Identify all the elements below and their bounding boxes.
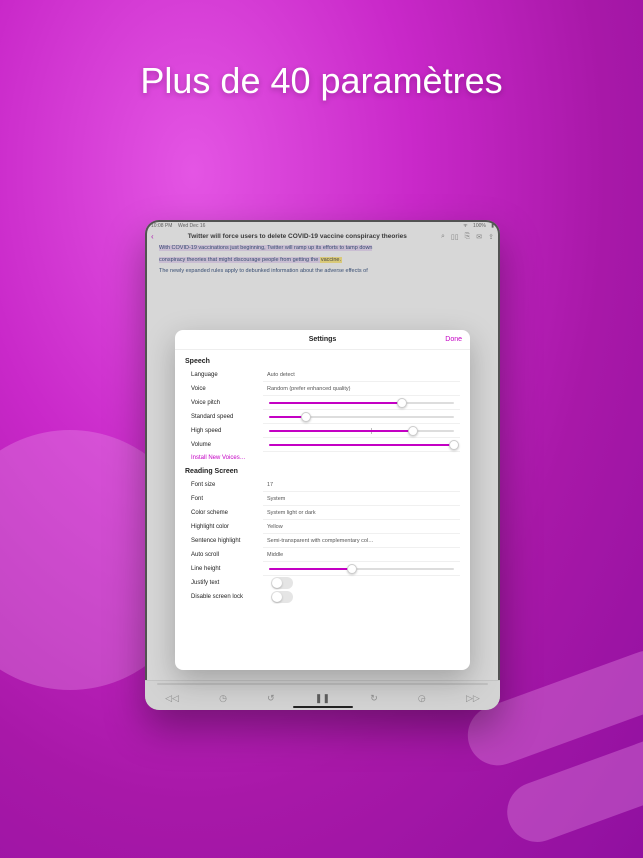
toggle-disable-screen-lock[interactable] (271, 591, 293, 603)
modal-body[interactable]: Speech Language Auto detect Voice Random… (175, 350, 470, 670)
label-voice: Voice (185, 386, 263, 392)
label-standard-speed: Standard speed (185, 414, 263, 420)
marketing-headline: Plus de 40 paramètres (0, 60, 643, 102)
label-language: Language (185, 372, 263, 378)
value-auto-scroll[interactable]: Middle (263, 548, 460, 562)
slider-high-speed[interactable] (263, 424, 460, 438)
value-voice[interactable]: Random (prefer enhanced quality) (263, 382, 460, 396)
value-sentence-highlight[interactable]: Semi-transparent with complementary col… (263, 534, 460, 548)
label-auto-scroll: Auto scroll (185, 552, 263, 558)
section-reading-title: Reading Screen (185, 468, 460, 475)
row-voice-pitch[interactable]: Voice pitch (185, 396, 460, 410)
label-voice-pitch: Voice pitch (185, 400, 263, 406)
modal-header: Settings Done (175, 330, 470, 350)
row-justify-text[interactable]: Justify text (185, 576, 460, 590)
label-disable-screen-lock: Disable screen lock (185, 594, 263, 600)
row-disable-screen-lock[interactable]: Disable screen lock (185, 590, 460, 604)
row-font[interactable]: Font System (185, 492, 460, 506)
label-line-height: Line height (185, 566, 263, 572)
row-high-speed[interactable]: High speed (185, 424, 460, 438)
home-indicator[interactable] (293, 706, 353, 708)
modal-title: Settings (309, 336, 337, 343)
label-color-scheme: Color scheme (185, 510, 263, 516)
value-highlight-color[interactable]: Yellow (263, 520, 460, 534)
label-justify-text: Justify text (185, 580, 263, 586)
ipad-frame: 10:08 PM Wed Dec 16 ᯤ 100% ▮ ‹ Twitter w… (145, 220, 500, 710)
slider-standard-speed[interactable] (263, 410, 460, 424)
row-volume[interactable]: Volume (185, 438, 460, 452)
row-sentence-highlight[interactable]: Sentence highlight Semi-transparent with… (185, 534, 460, 548)
done-button[interactable]: Done (445, 336, 462, 343)
bg-decor-bar-2 (499, 726, 643, 851)
value-font-size[interactable]: 17 (263, 478, 460, 492)
install-voices-link[interactable]: Install New Voices… (185, 452, 460, 464)
label-font: Font (185, 496, 263, 502)
label-high-speed: High speed (185, 428, 263, 434)
label-sentence-highlight: Sentence highlight (185, 538, 263, 544)
label-volume: Volume (185, 442, 263, 448)
section-speech-title: Speech (185, 358, 460, 365)
row-highlight-color[interactable]: Highlight color Yellow (185, 520, 460, 534)
row-line-height[interactable]: Line height (185, 562, 460, 576)
settings-modal: Settings Done Speech Language Auto detec… (175, 330, 470, 670)
row-auto-scroll[interactable]: Auto scroll Middle (185, 548, 460, 562)
row-voice[interactable]: Voice Random (prefer enhanced quality) (185, 382, 460, 396)
row-font-size[interactable]: Font size 17 (185, 478, 460, 492)
label-highlight-color: Highlight color (185, 524, 263, 530)
row-standard-speed[interactable]: Standard speed (185, 410, 460, 424)
slider-volume[interactable] (263, 438, 460, 452)
toggle-justify-text[interactable] (271, 577, 293, 589)
value-color-scheme[interactable]: System light or dark (263, 506, 460, 520)
row-language[interactable]: Language Auto detect (185, 368, 460, 382)
slider-voice-pitch[interactable] (263, 396, 460, 410)
value-font[interactable]: System (263, 492, 460, 506)
row-color-scheme[interactable]: Color scheme System light or dark (185, 506, 460, 520)
value-language[interactable]: Auto detect (263, 368, 460, 382)
label-font-size: Font size (185, 482, 263, 488)
slider-line-height[interactable] (263, 562, 460, 576)
